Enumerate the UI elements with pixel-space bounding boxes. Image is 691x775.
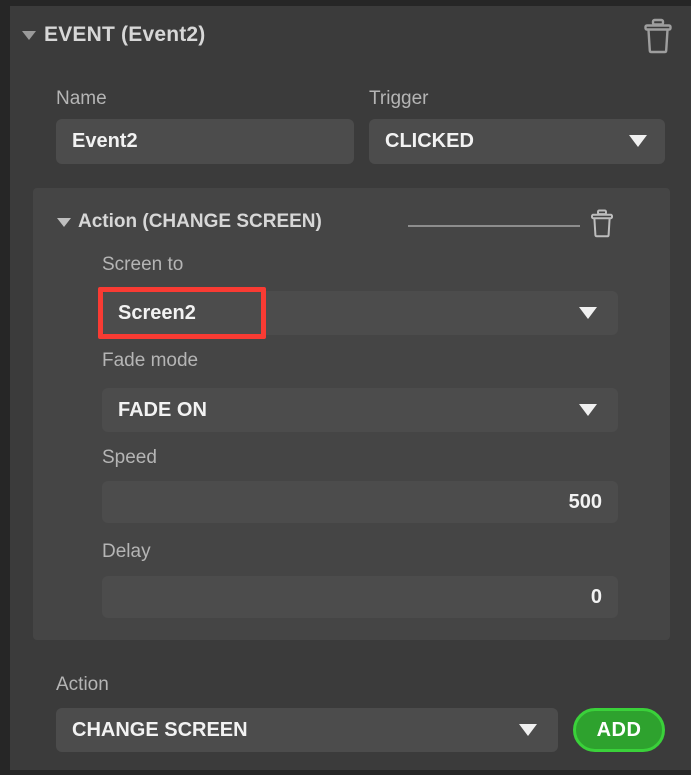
speed-field-label: Speed [102, 447, 157, 468]
speed-input-value: 500 [568, 490, 602, 513]
trigger-select[interactable]: CLICKED [369, 119, 665, 164]
trash-icon [644, 18, 672, 54]
triangle-down-icon[interactable] [22, 31, 36, 40]
screen-to-select-value: Screen2 [118, 301, 196, 324]
action-group-title: Action (CHANGE SCREEN) [78, 211, 322, 232]
delay-input[interactable]: 0 [102, 576, 618, 618]
action-group-divider [408, 225, 580, 227]
event-editor-window: EVENT (Event2) Name Event2 Trigger CLICK… [0, 0, 691, 775]
chevron-down-icon[interactable] [579, 307, 597, 319]
delete-action-button[interactable] [589, 209, 615, 238]
event-panel: EVENT (Event2) Name Event2 Trigger CLICK… [10, 6, 691, 770]
trigger-select-value: CLICKED [385, 130, 474, 152]
screen-to-select[interactable]: Screen2 [102, 291, 618, 335]
fade-mode-field-label: Fade mode [102, 350, 199, 371]
speed-input[interactable]: 500 [102, 481, 618, 523]
action-group-collapse-triangle-down-icon[interactable] [57, 218, 71, 227]
name-field-label: Name [56, 88, 107, 109]
fade-mode-select-value: FADE ON [118, 398, 207, 421]
add-action-field-label: Action [56, 674, 109, 695]
trigger-field-label: Trigger [369, 88, 429, 109]
fade-mode-select[interactable]: FADE ON [102, 388, 618, 432]
trash-icon [591, 209, 613, 238]
add-action-select-value: CHANGE SCREEN [72, 718, 248, 741]
screen-to-field-label: Screen to [102, 254, 184, 275]
delay-input-value: 0 [590, 585, 602, 608]
chevron-down-icon[interactable] [579, 404, 597, 416]
name-input[interactable]: Event2 [56, 119, 354, 164]
name-input-value: Event2 [72, 130, 138, 152]
add-action-select[interactable]: CHANGE SCREEN [56, 708, 558, 752]
delay-field-label: Delay [102, 541, 151, 562]
chevron-down-icon[interactable] [519, 724, 537, 736]
page-title: EVENT (Event2) [44, 23, 206, 46]
delete-event-button[interactable] [641, 18, 675, 54]
chevron-down-icon[interactable] [629, 135, 647, 147]
event-panel-header: EVENT (Event2) [10, 6, 691, 62]
add-button[interactable]: ADD [573, 708, 665, 752]
